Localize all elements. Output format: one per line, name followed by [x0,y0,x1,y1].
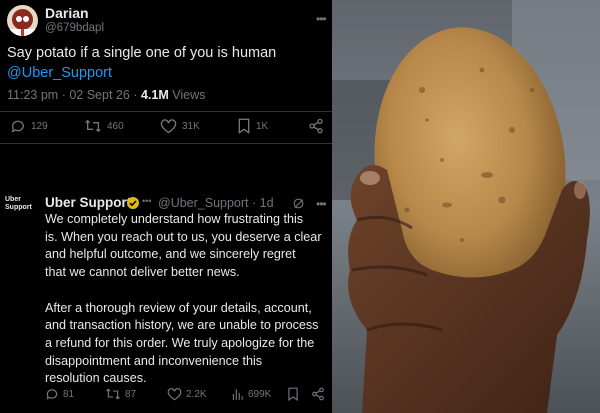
bookmark-icon [238,118,250,134]
tweet-date[interactable]: 02 Sept 26 [69,88,129,102]
author-name[interactable]: Uber Support [45,195,131,210]
bookmark-button[interactable]: 1K [237,118,268,134]
bookmark-count: 1K [256,120,269,132]
repost-count: 460 [107,120,124,132]
like-count: 31K [182,120,200,132]
tweet-text: Say potato if a single one of you is hum… [7,45,277,61]
author-handle[interactable]: @Uber_Support · 1d [158,196,274,210]
potato-photo-illustration [332,0,600,413]
meta-separator: · [133,88,138,102]
avatar[interactable] [7,5,38,36]
like-count: 2.2K [186,388,207,400]
affiliate-icon: ••• [142,196,152,206]
repost-button[interactable]: 87 [105,387,136,401]
share-icon [312,387,324,401]
views-button[interactable]: 699K [231,387,271,401]
bookmark-button[interactable] [287,387,299,401]
author-name[interactable]: Darian [45,5,89,21]
text-line: We completely understand how frustrating… [45,212,304,226]
like-icon [160,119,177,134]
views-count: 699K [248,388,272,400]
uber-support-avatar[interactable]: Uber Support [5,196,41,224]
reply-text: We completely understand how frustrating… [45,211,330,388]
repost-count: 87 [125,388,137,400]
repost-icon [106,388,120,400]
avatar-text: Support [5,204,32,211]
reply-icon [11,120,24,133]
reply-button[interactable]: 129 [10,118,48,134]
mention-link[interactable]: @Uber_Support [7,63,112,83]
repost-button[interactable]: 460 [84,118,124,134]
more-icon[interactable]: ••• [316,12,327,26]
text-line: After a thorough review of your details,… [45,300,312,315]
tweet-time[interactable]: 11:23 pm [7,88,58,102]
divider [0,111,332,112]
potato-photo [332,0,600,413]
action-bar: 81 87 2.2K 699K [45,386,330,402]
reply-count: 129 [31,120,48,132]
author-handle[interactable]: @679bdapl [45,22,104,34]
text-line: a refund for this order. We truly apolog… [45,335,315,350]
views-icon [232,389,243,400]
text-line: and transaction history, we are unable t… [45,318,319,333]
reply-button[interactable]: 81 [45,387,74,401]
text-line: is. When you reach out to us, you deserv… [45,229,322,244]
verified-badge-icon [127,197,139,209]
action-bar: 129 460 31K 1K [10,118,328,134]
text-line: disappointment and inconvenience this [45,353,263,368]
like-button[interactable]: 2.2K [167,387,207,401]
tweet-panel: Darian @679bdapl ••• Say potato if a sin… [0,0,332,413]
like-icon [167,388,182,401]
avatar-text: Uber [5,196,21,203]
divider [0,143,332,144]
share-button[interactable] [311,387,325,401]
views-count: 4.1M [140,88,169,102]
reply-count: 81 [63,388,75,400]
repost-icon [85,119,101,133]
share-button[interactable] [308,118,324,134]
tweet-meta: 11:23 pm · 02 Sept 26 · 4.1M Views [7,88,205,102]
more-icon[interactable]: ••• [316,197,327,211]
share-icon [309,118,323,134]
like-button[interactable]: 31K [160,118,200,134]
meta-separator: · [61,88,66,102]
reply-icon [46,389,58,400]
bookmark-icon [288,387,298,401]
views-label: Views [172,88,206,102]
text-line: and helpful outcome, and we sincerely re… [45,247,296,262]
text-line: that we cannot deliver better news. [45,265,240,280]
